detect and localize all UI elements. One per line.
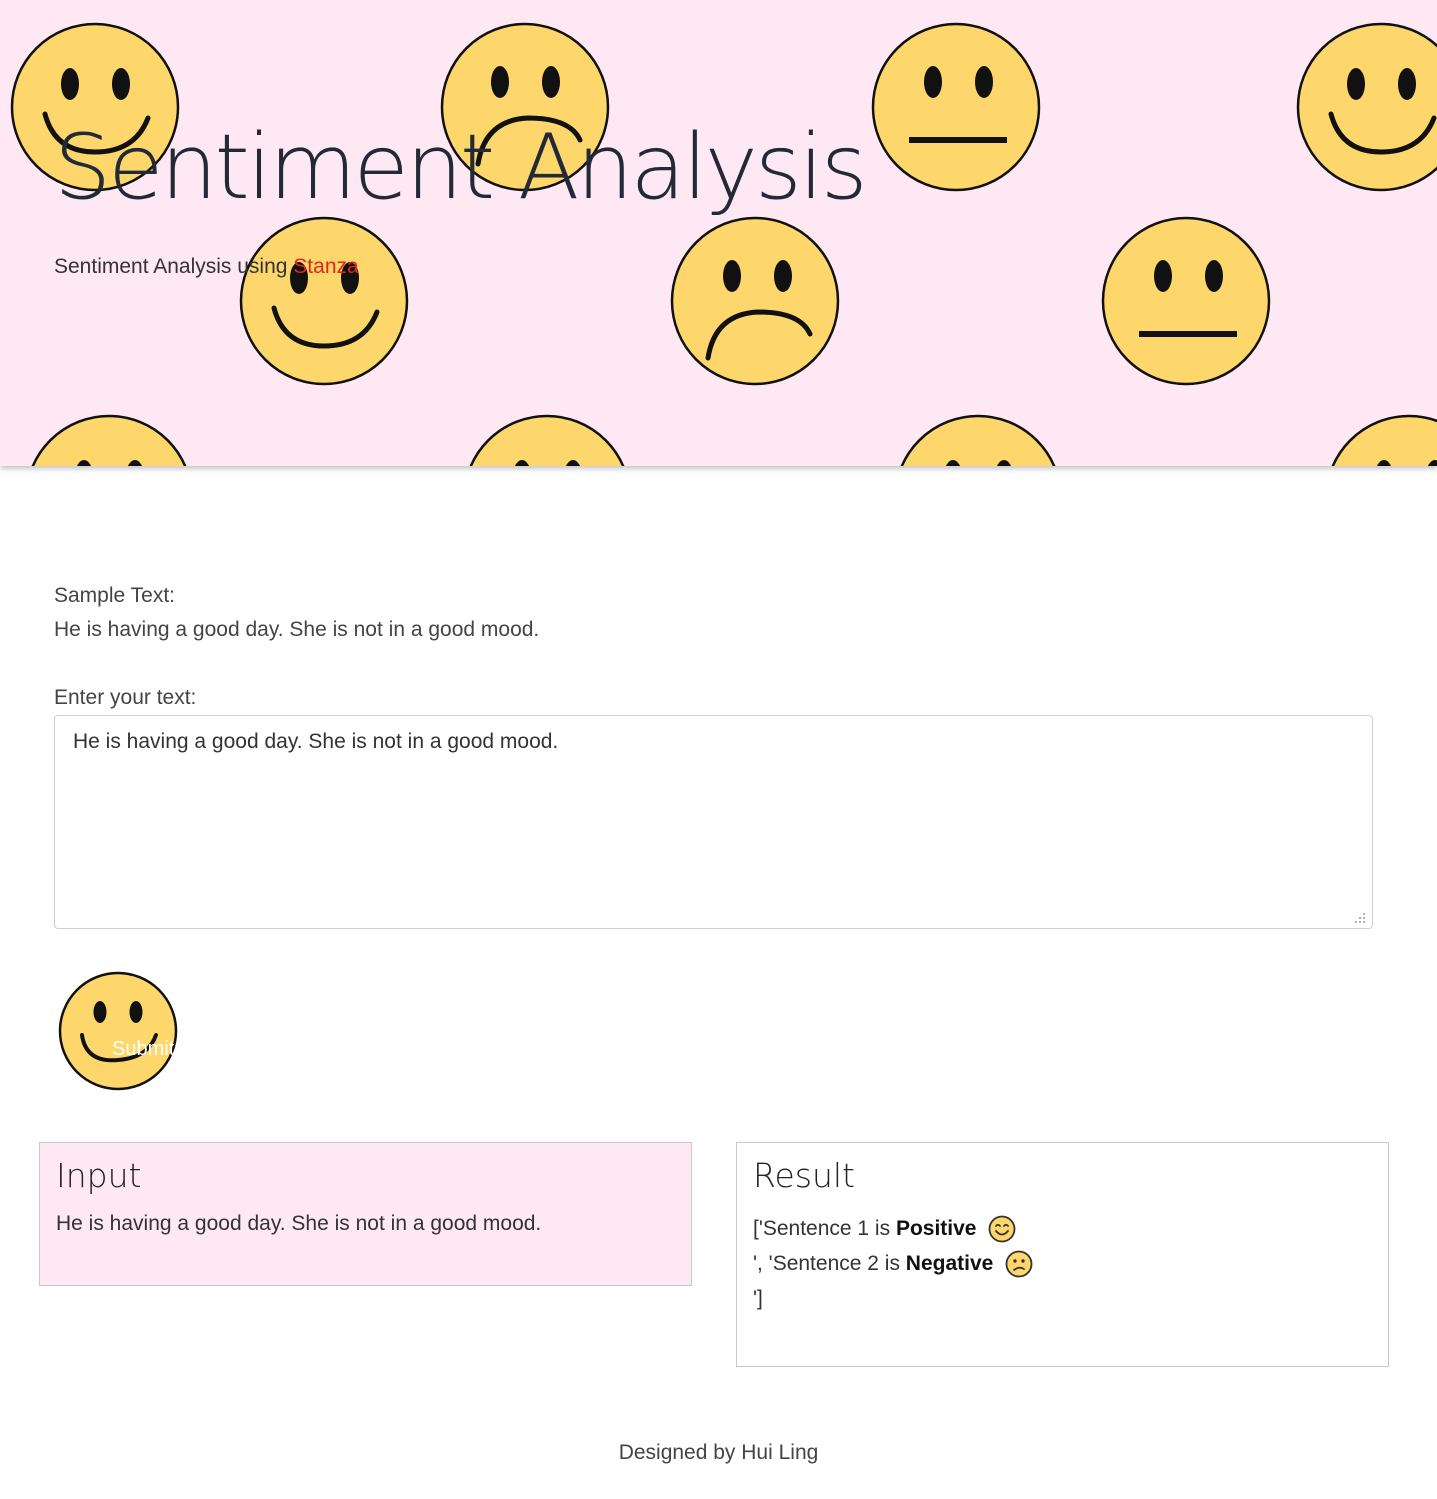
input-card-text: He is having a good day. She is not in a… — [56, 1211, 542, 1235]
result-line: ', 'Sentence 2 is Negative — [753, 1246, 1372, 1281]
result-line-text: '] — [753, 1286, 763, 1310]
result-line-text: ', 'Sentence 2 is — [753, 1251, 906, 1275]
resize-grip-icon[interactable] — [1354, 912, 1366, 924]
sentiment-label: Positive — [895, 1216, 977, 1240]
text-input[interactable]: He is having a good day. She is not in a… — [54, 715, 1373, 929]
submit-button[interactable]: Submit — [56, 969, 180, 1093]
submit-label: Submit — [112, 1038, 174, 1060]
sample-text-label: Sample Text: — [54, 584, 176, 607]
smiley-face-icon — [1296, 22, 1437, 192]
smiley-face-icon — [900, 414, 1056, 466]
smiley-face-icon — [58, 971, 178, 1091]
sad-face-icon — [670, 216, 840, 386]
result-line: '] — [753, 1281, 1372, 1316]
hero-banner: Sentiment Analysis Sentiment Analysis us… — [0, 0, 1437, 466]
neutral-face-icon — [1101, 216, 1271, 386]
input-card-title: Input — [56, 1156, 142, 1195]
result-card: Result ['Sentence 1 is Positive ', 'Sent… — [736, 1142, 1389, 1367]
input-card: Input He is having a good day. She is no… — [39, 1142, 692, 1286]
smiley-face-icon — [469, 414, 625, 466]
result-card-title: Result — [753, 1156, 855, 1195]
subtitle-text: Sentiment Analysis using — [54, 255, 294, 278]
smiley-face-icon — [1331, 414, 1437, 466]
sentiment-label: Negative — [905, 1251, 994, 1275]
smiling-emoji-icon — [988, 1215, 1016, 1243]
result-line-text: ['Sentence 1 is — [753, 1216, 896, 1240]
stanza-link[interactable]: Stanza — [293, 255, 358, 278]
confused-emoji-icon — [1005, 1250, 1033, 1278]
result-line: ['Sentence 1 is Positive — [753, 1211, 1372, 1246]
text-input-label: Enter your text: — [54, 686, 197, 709]
smiley-face-icon — [31, 414, 187, 466]
sample-text-value: He is having a good day. She is not in a… — [54, 618, 540, 641]
page-title: Sentiment Analysis — [54, 115, 868, 220]
footer-credit: Designed by Hui Ling — [618, 1441, 819, 1464]
smiley-face-icon — [239, 216, 409, 386]
page-subtitle: Sentiment Analysis using Stanza — [54, 255, 359, 279]
neutral-face-icon — [871, 22, 1041, 192]
